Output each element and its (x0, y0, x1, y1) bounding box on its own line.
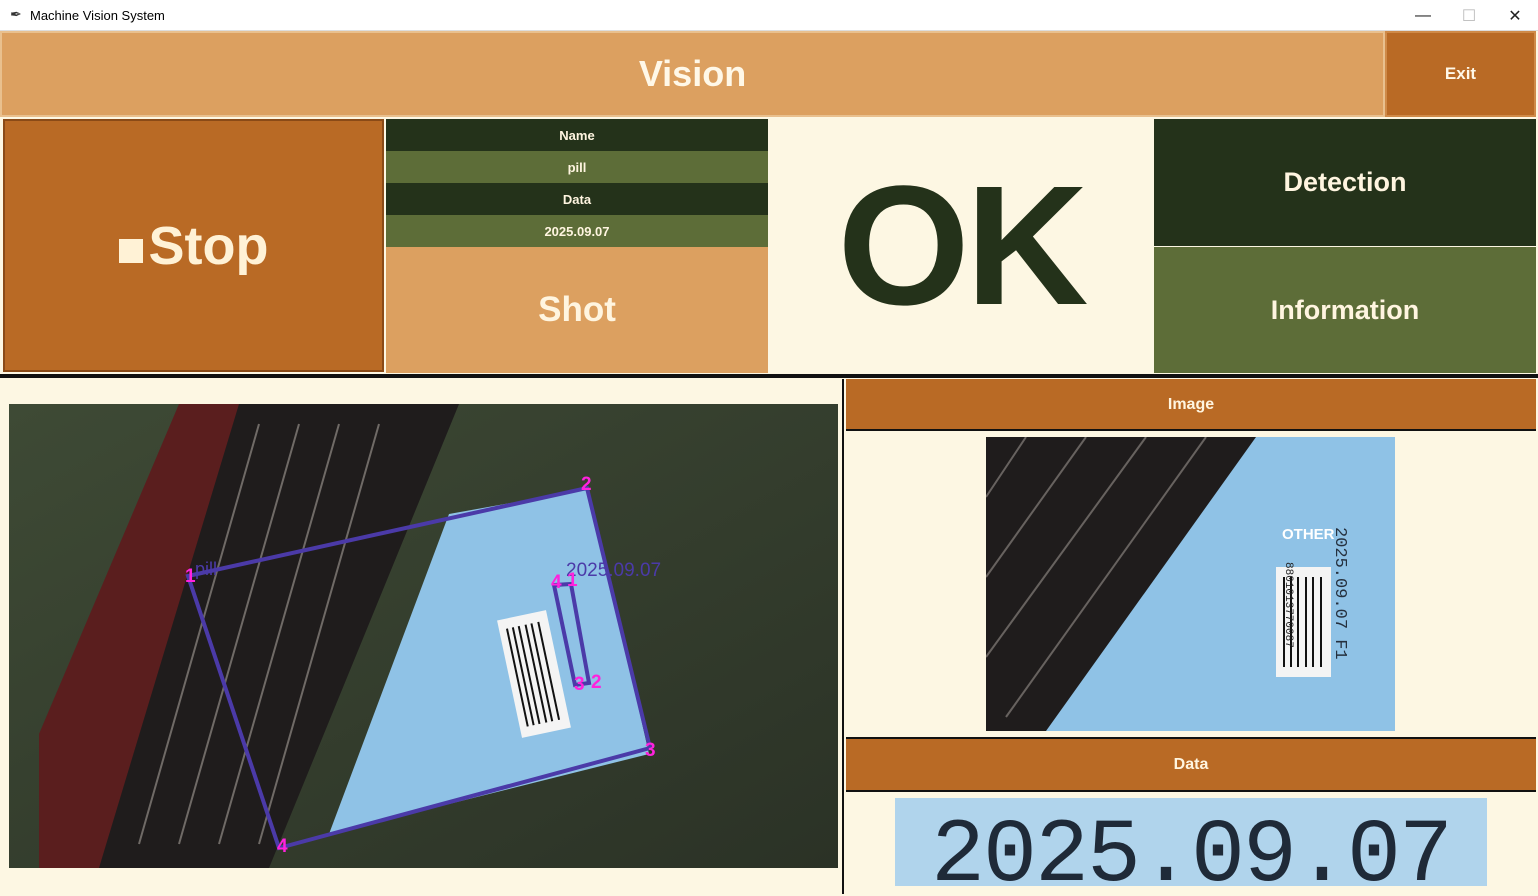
stop-square-icon (118, 238, 143, 263)
thumbnail-barcode-number: 8801013770087 (1282, 562, 1294, 648)
name-label: Name (386, 119, 768, 151)
maximize-icon[interactable]: ☐ (1446, 0, 1492, 31)
inner-corner-3: 3 (574, 674, 585, 695)
information-button[interactable]: Information (1154, 247, 1536, 373)
data-label: Data (386, 183, 768, 215)
name-value: pill (386, 151, 768, 183)
window-titlebar: ✒ Machine Vision System — ☐ ✕ (0, 0, 1538, 31)
inner-corner-1: 1 (567, 570, 578, 591)
divider-line (846, 790, 1536, 792)
data-value: 2025.09.07 (386, 215, 768, 247)
inner-corner-2: 2 (591, 672, 602, 693)
camera-image: pill 2025.09.07 1 2 3 4 4 1 3 2 (9, 404, 838, 868)
exit-button[interactable]: Exit (1385, 31, 1536, 117)
date-crop-image: 2025.09.07 (895, 798, 1487, 886)
outer-corner-3: 3 (645, 740, 656, 761)
divider-line (846, 737, 1536, 739)
window-title: Machine Vision System (30, 8, 165, 23)
stop-label: Stop (148, 215, 269, 276)
outer-corner-2: 2 (581, 474, 592, 495)
section-divider (0, 374, 1538, 378)
camera-view: pill 2025.09.07 1 2 3 4 4 1 3 2 (9, 404, 838, 868)
date-crop-graphic: 2025.09.07 (931, 806, 1453, 886)
date-crop-text: 2025.09.07 (931, 806, 1451, 886)
minimize-icon[interactable]: — (1400, 0, 1446, 31)
close-icon[interactable]: ✕ (1492, 0, 1538, 31)
inner-corner-4: 4 (551, 572, 562, 593)
data-panel-header: Data (846, 739, 1536, 790)
thumbnail-date-text: 2025.09.07 F1 (1330, 527, 1349, 660)
detection-button[interactable]: Detection (1154, 119, 1536, 246)
date-label: 2025.09.07 (566, 560, 661, 581)
object-label: pill (195, 559, 217, 579)
header-title: Vision (0, 31, 1385, 117)
thumbnail-logo-text: OTHER (1282, 526, 1335, 543)
shot-button[interactable]: Shot (386, 247, 768, 373)
outer-corner-4: 4 (277, 836, 288, 857)
outer-corner-1: 1 (185, 566, 196, 587)
thumbnail-graphic: OTHER 8801013770087 2025.09.07 F1 (986, 437, 1395, 731)
image-panel-header: Image (846, 379, 1536, 430)
stop-button[interactable]: Stop (3, 119, 384, 372)
result-status: OK (769, 119, 1153, 373)
thumbnail-image: OTHER 8801013770087 2025.09.07 F1 (986, 437, 1395, 731)
feather-icon: ✒ (10, 6, 22, 22)
